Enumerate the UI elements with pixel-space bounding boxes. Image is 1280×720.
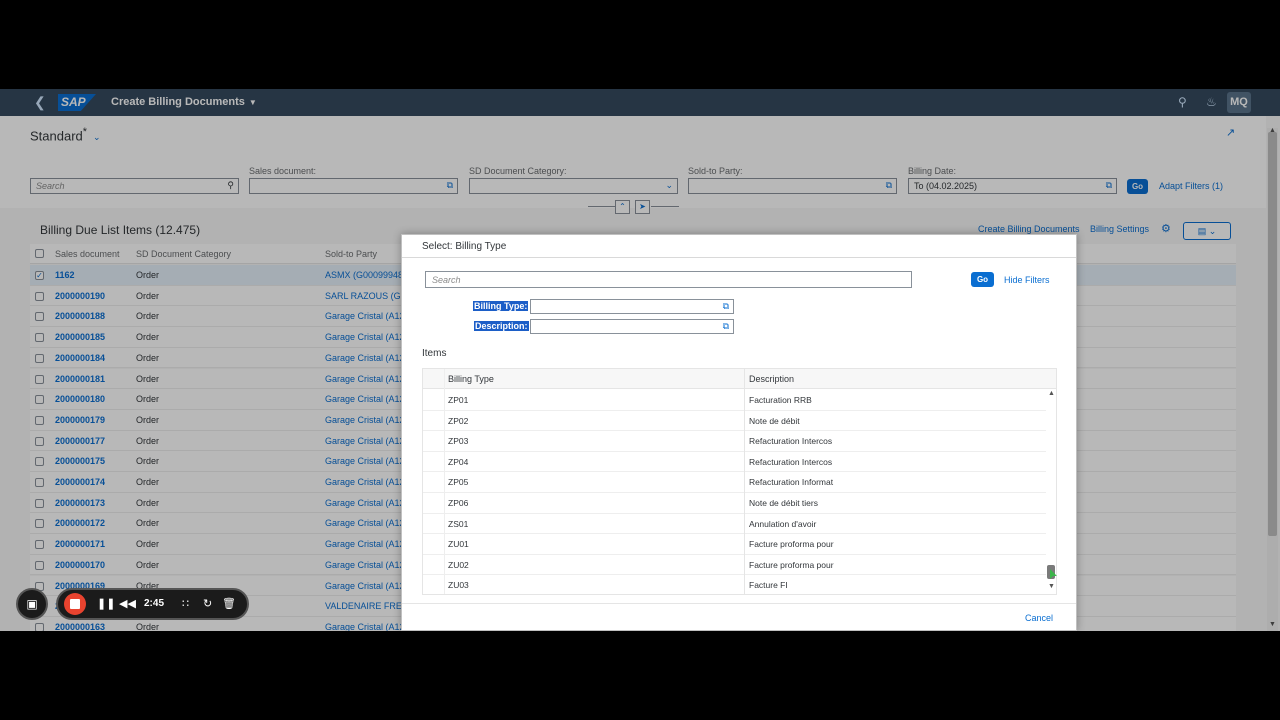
stop-recording-button[interactable] — [64, 593, 86, 615]
description-field[interactable]: ⧉ — [530, 319, 734, 334]
billing-type-description: Annulation d'avoir — [749, 518, 817, 529]
dialog-search-input[interactable]: Search — [425, 271, 912, 288]
billing-type-description: Facture proforma pour — [749, 539, 834, 550]
list-item[interactable]: ZU03 Facture FI — [423, 575, 1046, 594]
billing-type-description: Facture FI — [749, 580, 788, 591]
value-help-icon[interactable]: ⧉ — [723, 321, 729, 332]
column-header[interactable]: Billing Type — [448, 374, 494, 384]
divider — [444, 369, 445, 594]
scroll-up-icon[interactable]: ▲ — [1048, 390, 1055, 397]
billing-type-code: ZP06 — [448, 498, 469, 508]
column-header[interactable]: Description — [749, 374, 794, 384]
camera-toggle-button[interactable]: ▣ — [16, 588, 48, 620]
list-item[interactable]: ZU02 Facture proforma pour — [423, 555, 1046, 576]
list-item[interactable]: ZS01 Annulation d'avoir — [423, 514, 1046, 535]
pause-icon[interactable]: ❚❚ — [97, 597, 115, 610]
description-label: Description: — [474, 321, 529, 331]
list-item[interactable]: ZP06 Note de débit tiers — [423, 493, 1046, 514]
billing-type-code: ZP04 — [448, 456, 469, 467]
billing-type-code: ZU01 — [448, 539, 469, 550]
list-item[interactable]: ZU01 Facture proforma pour — [423, 534, 1046, 555]
billing-type-code: ZU02 — [448, 559, 469, 570]
billing-type-field[interactable]: ⧉ — [530, 299, 734, 314]
cancel-button[interactable]: Cancel — [1025, 613, 1053, 623]
sap-screen: ❮ SAP Create Billing Documents ▼ ⚲ ♨ MQ S… — [0, 89, 1280, 631]
select-billing-type-dialog: Select: Billing Type Search Go Hide Filt… — [401, 234, 1077, 631]
list-item[interactable]: ZP05 Refacturation Informat — [423, 472, 1046, 493]
scroll-down-icon[interactable]: ▼ — [1048, 583, 1055, 590]
billing-type-table: Billing Type Description ZP01 Facturation… — [422, 368, 1057, 595]
billing-type-description: Refacturation Informat — [749, 477, 834, 488]
billing-type-description: Refacturation Intercos — [749, 456, 833, 467]
stop-icon — [70, 599, 80, 609]
dialog-title: Select: Billing Type — [422, 241, 507, 252]
grid-icon[interactable]: ∷ — [182, 597, 189, 610]
recorder-toolbar: ❚❚ ◀◀ 2:45 ∷ ↻ 🗑 — [56, 588, 249, 620]
table-header: Billing Type Description — [423, 369, 1056, 389]
billing-type-code: ZP03 — [448, 436, 469, 447]
billing-type-description: Note de débit — [749, 415, 800, 426]
hide-filters-button[interactable]: Hide Filters — [1004, 275, 1050, 285]
value-help-icon[interactable]: ⧉ — [723, 301, 729, 312]
divider — [744, 369, 745, 594]
table-scrollbar[interactable]: ▲ ▼ — [1046, 389, 1056, 594]
billing-type-description: Facturation RRB — [749, 395, 812, 405]
video-camera-icon: ▣ — [26, 597, 38, 611]
trash-icon[interactable]: 🗑 — [222, 597, 236, 610]
recording-time: 2:45 — [144, 598, 165, 609]
list-item[interactable]: ZP04 Refacturation Intercos — [423, 452, 1046, 473]
items-title: Items — [422, 348, 447, 359]
billing-type-code: ZP05 — [448, 477, 469, 488]
divider — [402, 603, 1076, 604]
billing-type-code: ZU03 — [448, 580, 469, 591]
restart-icon[interactable]: ↻ — [203, 597, 212, 610]
list-item[interactable]: ZP01 Facturation RRB — [423, 390, 1046, 411]
rewind-icon[interactable]: ◀◀ — [119, 597, 136, 610]
divider — [402, 257, 1076, 258]
billing-type-description: Refacturation Intercos — [749, 436, 833, 447]
billing-type-description: Facture proforma pour — [749, 559, 834, 570]
dialog-go-button[interactable]: Go — [971, 272, 994, 287]
billing-type-code: ZS01 — [448, 518, 469, 529]
billing-type-code: ZP01 — [448, 395, 469, 405]
billing-type-label: Billing Type: — [473, 301, 529, 311]
billing-type-code: ZP02 — [448, 415, 469, 426]
billing-type-description: Note de débit tiers — [749, 498, 818, 508]
list-item[interactable]: ZP03 Refacturation Intercos — [423, 431, 1046, 452]
list-item[interactable]: ZP02 Note de débit — [423, 411, 1046, 432]
